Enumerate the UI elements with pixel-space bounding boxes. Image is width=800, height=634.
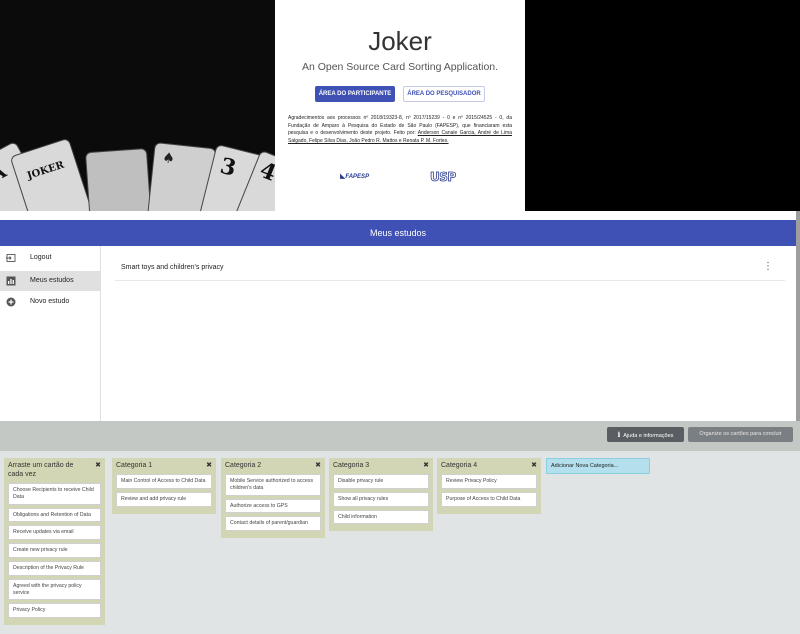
page-title: Joker	[368, 26, 432, 56]
card-item[interactable]: Main Control of Access to Child Data	[116, 474, 212, 489]
category-column-1[interactable]: Categoria 1 ✖ Main Control of Access to …	[112, 458, 216, 514]
card-item[interactable]: Contact details of parent/guardian	[225, 516, 321, 532]
card-item[interactable]: Privacy Policy	[8, 603, 101, 619]
study-name: Smart toys and children's privacy	[121, 264, 224, 271]
help-button[interactable]: i Ajuda e informações	[607, 427, 684, 442]
right-background	[525, 0, 800, 211]
card-item[interactable]: Choose Recipients to receive Child Data	[8, 483, 101, 505]
chart-icon	[6, 276, 16, 286]
researcher-area-button[interactable]: ÁREA DO PESQUISADOR	[403, 86, 485, 102]
logout-icon	[6, 253, 16, 263]
sidebar: Logout Meus estudos Novo estudo	[0, 246, 101, 421]
category-column-2[interactable]: Categoria 2 ✖ Mobile Service authorized …	[221, 458, 325, 539]
finish-button[interactable]: Organize os cartões para concluir	[688, 427, 793, 442]
close-icon[interactable]: ✖	[531, 461, 537, 470]
card-item[interactable]: Child information	[333, 509, 429, 525]
card-item[interactable]: Review and add privacy rule	[116, 491, 212, 507]
card-item[interactable]: Purpose of Access to Child Data	[441, 491, 537, 507]
add-circle-icon	[6, 297, 16, 307]
acknowledgements-text: Agradecimentos aos processos nº 2018/193…	[288, 115, 513, 144]
column-title: Categoria 4 ✖	[441, 461, 537, 470]
sorting-toolbar: i Ajuda e informações Organize os cartões…	[0, 421, 800, 451]
close-icon[interactable]: ✖	[315, 461, 321, 470]
card-item[interactable]: Review Privacy Policy	[441, 474, 537, 489]
landing-panel: Joker An Open Source Card Sorting Applic…	[275, 0, 525, 211]
card-item[interactable]: Create new privacy rule	[8, 543, 101, 558]
column-title: Categoria 3 ✖	[333, 461, 429, 470]
page-subtitle: An Open Source Card Sorting Application.	[301, 61, 499, 73]
card-item[interactable]: Mobile Service authorized to access chil…	[225, 474, 321, 496]
close-icon[interactable]: ✖	[206, 461, 212, 470]
column-title: Arraste um cartão de cada vez ✖	[8, 461, 101, 478]
more-vert-icon[interactable]: ⋮	[763, 261, 773, 272]
landing-section: A JOKER ♠ 3 4 Joker An Open Source Card …	[0, 0, 800, 211]
sidebar-item-logout[interactable]: Logout	[0, 248, 100, 268]
sidebar-item-novo-estudo[interactable]: Novo estudo	[0, 292, 100, 312]
card-item[interactable]: Receive updates via email	[8, 525, 101, 541]
card-item[interactable]: Obligations and Retention of Data	[8, 507, 101, 523]
column-title: Categoria 1 ✖	[116, 461, 212, 470]
category-column-3[interactable]: Categoria 3 ✖ Disable privacy rule Show …	[329, 458, 433, 532]
sidebar-item-meus-estudos[interactable]: Meus estudos	[0, 271, 100, 291]
card-item[interactable]: Authorize access to GPS	[225, 498, 321, 514]
scrollbar[interactable]	[796, 211, 800, 421]
card-item[interactable]: Show all privacy rules	[333, 491, 429, 507]
add-category-input[interactable]: Adicionar Nova Categoria...	[546, 458, 650, 474]
card-item[interactable]: Disable privacy rule	[333, 474, 429, 489]
card-item[interactable]: Agreed with the privacy policy service	[8, 578, 101, 601]
close-icon[interactable]: ✖	[95, 461, 101, 470]
card-sorting-section: i Ajuda e informações Organize os cartões…	[0, 421, 800, 634]
study-list-item[interactable]: Smart toys and children's privacy ⋮	[115, 257, 785, 281]
card-image	[84, 147, 154, 211]
usp-logo: USP	[430, 170, 457, 185]
card-item[interactable]: Description of the Privacy Rule	[8, 560, 101, 576]
playing-cards-photo: A JOKER ♠ 3 4	[0, 0, 275, 211]
close-icon[interactable]: ✖	[423, 461, 429, 470]
info-icon: i	[617, 430, 621, 439]
column-title: Categoria 2 ✖	[225, 461, 321, 470]
category-column-4[interactable]: Categoria 4 ✖ Review Privacy Policy Purp…	[437, 458, 541, 514]
studies-section: Meus estudos Logout Meus estudos Novo es…	[0, 211, 800, 421]
participant-area-button[interactable]: ÁREA DO PARTICIPANTE	[315, 86, 395, 102]
fapesp-logo: ◣FAPESP	[340, 173, 370, 180]
source-card-column[interactable]: Arraste um cartão de cada vez ✖ Choose R…	[4, 458, 105, 626]
studies-header: Meus estudos	[0, 220, 796, 246]
